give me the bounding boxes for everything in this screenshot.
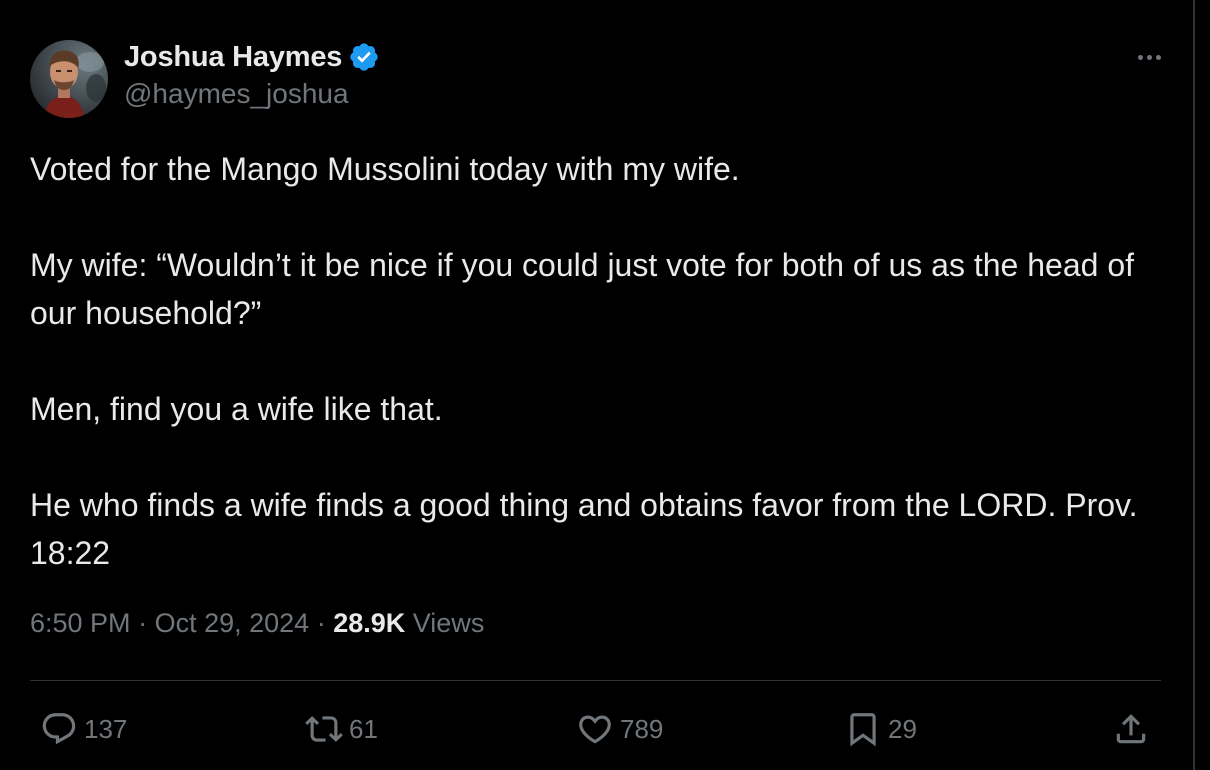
tweet-paragraph: My wife: “Wouldn’t it be nice if you cou… [30,247,1134,331]
tweet-text: Voted for the Mango Mussolini today with… [30,145,1161,577]
retweet-button[interactable]: 61 [305,704,378,754]
reply-count: 137 [84,713,128,744]
avatar[interactable] [30,40,108,118]
display-name[interactable]: Joshua Haymes [124,41,342,74]
divider [30,680,1161,681]
views-count: 28.9K [333,608,406,638]
retweet-icon [305,710,343,748]
tweet-date[interactable]: Oct 29, 2024 [155,608,310,638]
tweet-header: Joshua Haymes @haymes_joshua [30,38,1161,118]
display-name-row: Joshua Haymes [124,38,380,76]
separator-dot: · [138,608,155,638]
like-button[interactable]: 789 [576,704,663,754]
more-horizontal-icon[interactable] [1129,42,1169,72]
bookmark-button[interactable]: 29 [844,704,917,754]
share-icon [1112,710,1150,748]
tweet-metadata: 6:50 PM · Oct 29, 2024 · 28.9K Views [30,608,484,639]
tweet-paragraph: Voted for the Mango Mussolini today with… [30,151,740,187]
separator-dot: · [316,608,334,638]
reply-button[interactable]: 137 [40,704,127,754]
share-button[interactable] [1112,704,1150,754]
author-names: Joshua Haymes @haymes_joshua [124,38,380,110]
action-bar: 137 61 789 29 [30,704,1161,754]
handle[interactable]: @haymes_joshua [124,78,380,110]
bookmark-icon [844,710,882,748]
reply-icon [40,710,78,748]
bookmark-count: 29 [888,713,917,744]
tweet-paragraph: Men, find you a wife like that. [30,391,443,427]
views-label: Views [412,608,485,638]
retweet-count: 61 [349,713,378,744]
tweet: Joshua Haymes @haymes_joshua Voted for t… [30,0,1161,770]
tweet-paragraph: He who finds a wife finds a good thing a… [30,487,1138,571]
verified-badge-icon[interactable] [348,41,380,73]
tweet-time[interactable]: 6:50 PM [30,608,131,638]
heart-icon [576,710,614,748]
column-border [1193,0,1195,770]
like-count: 789 [620,713,664,744]
